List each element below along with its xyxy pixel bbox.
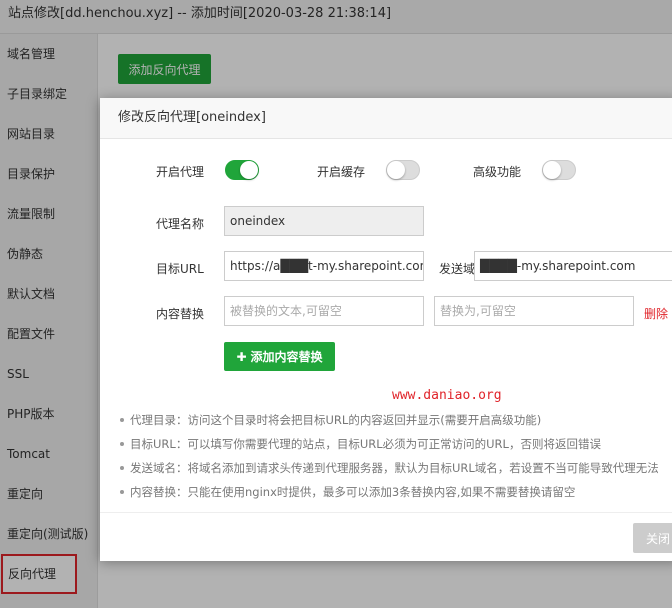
proxy-name-label: 代理名称 bbox=[156, 217, 205, 231]
advanced-toggle[interactable] bbox=[542, 160, 576, 180]
enable-cache-toggle[interactable] bbox=[386, 160, 420, 180]
dialog-title: 修改反向代理[oneindex] bbox=[100, 98, 672, 139]
enable-proxy-label: 开启代理 bbox=[156, 165, 205, 179]
dialog-footer: 关闭 bbox=[100, 512, 672, 561]
add-content-replace-label: 添加内容替换 bbox=[250, 350, 323, 364]
content-replace-label: 内容替换 bbox=[156, 307, 205, 321]
help-notes: 代理目录：访问这个目录时将会把目标URL的内容返回并显示(需要开启高级功能) 目… bbox=[116, 408, 672, 504]
enable-cache-label: 开启缓存 bbox=[317, 165, 366, 179]
proxy-name-field[interactable]: oneindex bbox=[224, 206, 424, 236]
close-button[interactable]: 关闭 bbox=[633, 523, 672, 553]
watermark: www.daniao.org bbox=[392, 388, 502, 403]
enable-proxy-toggle[interactable] bbox=[225, 160, 259, 180]
plus-icon: ✚ bbox=[236, 350, 247, 364]
edit-proxy-dialog: 修改反向代理[oneindex] 开启代理 开启缓存 高级功能 代理名称 one… bbox=[100, 98, 672, 561]
advanced-label: 高级功能 bbox=[473, 165, 522, 179]
note-item: 目标URL：可以填写你需要代理的站点，目标URL必须为可正常访问的URL，否则将… bbox=[120, 432, 672, 456]
note-item: 内容替换：只能在使用nginx时提供，最多可以添加3条替换内容,如果不需要替换请… bbox=[120, 480, 672, 504]
note-item: 发送域名：将域名添加到请求头传递到代理服务器，默认为目标URL域名，若设置不当可… bbox=[120, 456, 672, 480]
note-item: 代理目录：访问这个目录时将会把目标URL的内容返回并显示(需要开启高级功能) bbox=[120, 408, 672, 432]
delete-replace-link[interactable]: 删除 bbox=[644, 305, 668, 322]
target-url-label: 目标URL bbox=[156, 262, 204, 276]
replace-to-input[interactable]: 替换为,可留空 bbox=[434, 296, 634, 326]
toggle-knob bbox=[543, 161, 561, 179]
replace-from-input[interactable]: 被替换的文本,可留空 bbox=[224, 296, 424, 326]
send-domain-field[interactable]: ████-my.sharepoint.com bbox=[474, 251, 672, 281]
target-url-field[interactable]: https://a███t-my.sharepoint.com bbox=[224, 251, 424, 281]
toggle-knob bbox=[387, 161, 405, 179]
add-content-replace-button[interactable]: ✚ 添加内容替换 bbox=[224, 342, 335, 371]
toggle-knob bbox=[240, 161, 258, 179]
